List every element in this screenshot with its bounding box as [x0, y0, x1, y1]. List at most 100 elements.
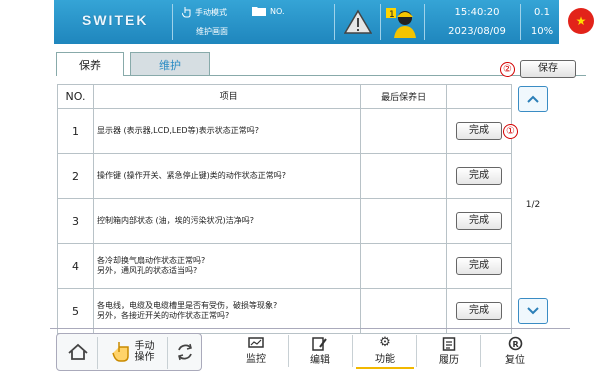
flag-star-icon: ★	[575, 14, 587, 28]
row-action-cell: 完成	[446, 288, 512, 334]
divider	[424, 4, 425, 40]
divider	[352, 335, 353, 367]
warning-icon[interactable]	[344, 9, 372, 35]
folder-icon	[252, 7, 266, 16]
cycle-icon	[178, 343, 192, 361]
divider	[480, 335, 481, 367]
reset-icon: R	[508, 336, 522, 351]
operator-icon[interactable]: 1	[384, 6, 418, 40]
quick-actions: 手动 操作	[56, 333, 202, 371]
row-last-maintenance-date	[360, 108, 448, 154]
nav-function-label: 功能	[375, 353, 395, 365]
mode-indicator: 手动模式	[182, 6, 227, 18]
hand-pointer-icon	[111, 342, 129, 362]
tab-repair[interactable]: 维护	[130, 52, 210, 76]
complete-button[interactable]: 完成	[456, 122, 503, 140]
cycle-button[interactable]	[171, 334, 199, 370]
monitor-icon	[248, 337, 264, 348]
clock-date: 2023/08/09	[448, 26, 506, 37]
gear-icon: ⚙	[379, 334, 391, 350]
row-number: 1	[57, 108, 94, 154]
callout-marker-2: ②	[500, 62, 515, 77]
row-last-maintenance-date	[360, 198, 448, 244]
column-header-item: 项目	[92, 84, 362, 109]
mode-label: 手动模式	[195, 7, 227, 17]
complete-button[interactable]: 完成	[456, 212, 503, 230]
row-number: 2	[57, 153, 94, 199]
column-header-last-date: 最后保养日	[360, 84, 448, 109]
complete-button[interactable]: 完成	[456, 302, 503, 320]
table-row: 5 各电线，电缆及电缆槽里是否有受伤，破损等现象? 另外，各接近开关的动作状态正常…	[57, 288, 512, 334]
nav-reset[interactable]: R 复位	[484, 333, 546, 369]
complete-button[interactable]: 完成	[456, 257, 503, 275]
page-down-button[interactable]	[518, 298, 548, 324]
home-button[interactable]	[61, 334, 95, 370]
table-body: 1 显示器 (表示器,LCD,LED等)表示状态正常吗? 完成 2 操作键 (操作开关、…	[57, 108, 512, 334]
row-item-text: 显示器 (表示器,LCD,LED等)表示状态正常吗?	[92, 108, 362, 154]
divider	[167, 337, 168, 369]
nav-history[interactable]: 履历	[420, 333, 478, 369]
maintenance-screen: SWITEK 手动模式 维护画面 NO. 1 15:40:20 2023/08/…	[0, 0, 600, 372]
save-button-label: 保存	[538, 63, 558, 74]
table-row: 3 控制箱内部状态 (油，埃的污染状况)洁净吗? 完成	[57, 198, 512, 244]
row-number: 3	[57, 198, 94, 244]
divider	[172, 4, 173, 40]
file-indicator: NO.	[252, 6, 285, 16]
nav-function[interactable]: ⚙ 功能	[356, 333, 414, 369]
table-header-row: NO. 项目 最后保养日	[57, 84, 512, 109]
row-last-maintenance-date	[360, 288, 448, 334]
chevron-up-icon	[527, 95, 539, 103]
page-indicator: 1/2	[525, 200, 541, 210]
row-action-cell: 完成	[446, 243, 512, 289]
nav-history-label: 履历	[439, 354, 459, 366]
status-value-bottom: 10%	[530, 26, 554, 37]
divider	[380, 4, 381, 40]
row-item-text: 各冷却换气扇动作状态正常吗? 另外，通风孔的状态适当吗?	[92, 243, 362, 289]
table-row: 4 各冷却换气扇动作状态正常吗? 另外，通风孔的状态适当吗? 完成	[57, 243, 512, 289]
nav-monitor-label: 监控	[246, 354, 266, 365]
bottom-navigation: 手动 操作 监控 编辑 ⚙ 功能 履历 R 复位	[50, 328, 570, 372]
save-button[interactable]: 保存	[520, 60, 576, 78]
language-flag-icon[interactable]: ★	[568, 8, 594, 34]
table-row: 2 操作键 (操作开关、紧急停止键)类的动作状态正常吗? 完成	[57, 153, 512, 199]
row-item-text: 各电线，电缆及电缆槽里是否有受伤，破损等现象? 另外，各接近开关的动作状态正常吗…	[92, 288, 362, 334]
row-action-cell: 完成	[446, 153, 512, 199]
row-item-text: 控制箱内部状态 (油，埃的污染状况)洁净吗?	[92, 198, 362, 244]
column-header-no: NO.	[57, 84, 94, 109]
home-icon	[68, 343, 88, 360]
divider	[520, 4, 521, 40]
screen-name: 维护画面	[196, 27, 228, 36]
clock-time: 15:40:20	[454, 7, 500, 18]
manual-operation-label: 手动 操作	[134, 341, 155, 363]
svg-text:R: R	[512, 340, 518, 349]
divider	[416, 335, 417, 367]
file-label: NO.	[270, 6, 285, 16]
column-header-action	[446, 84, 512, 109]
top-status-bar: SWITEK 手动模式 维护画面 NO. 1 15:40:20 2023/08/…	[54, 0, 559, 44]
nav-reset-label: 复位	[505, 355, 525, 366]
brand-logo: SWITEK	[82, 12, 149, 28]
row-number: 5	[57, 288, 94, 334]
nav-edit-label: 编辑	[310, 354, 330, 366]
hand-icon	[182, 7, 191, 18]
nav-monitor[interactable]: 监控	[226, 333, 286, 369]
row-action-cell: 完成	[446, 198, 512, 244]
status-value-top: 0.1	[534, 7, 550, 18]
row-number: 4	[57, 243, 94, 289]
row-action-cell: 完成	[446, 108, 512, 154]
divider	[334, 4, 335, 40]
history-icon	[442, 336, 456, 351]
nav-edit[interactable]: 编辑	[290, 333, 350, 369]
row-item-text: 操作键 (操作开关、紧急停止键)类的动作状态正常吗?	[92, 153, 362, 199]
manual-operation-button[interactable]: 手动 操作	[101, 334, 165, 370]
maintenance-table: NO. 项目 最后保养日 1 显示器 (表示器,LCD,LED等)表示状态正常吗?…	[57, 84, 512, 334]
pager: 1/2	[516, 84, 550, 324]
table-row: 1 显示器 (表示器,LCD,LED等)表示状态正常吗? 完成	[57, 108, 512, 154]
divider	[97, 337, 98, 369]
row-last-maintenance-date	[360, 243, 448, 289]
complete-button[interactable]: 完成	[456, 167, 503, 185]
edit-icon	[312, 336, 327, 351]
tab-maintenance[interactable]: 保养	[56, 52, 124, 76]
user-level-badge: 1	[389, 10, 395, 20]
page-up-button[interactable]	[518, 86, 548, 112]
